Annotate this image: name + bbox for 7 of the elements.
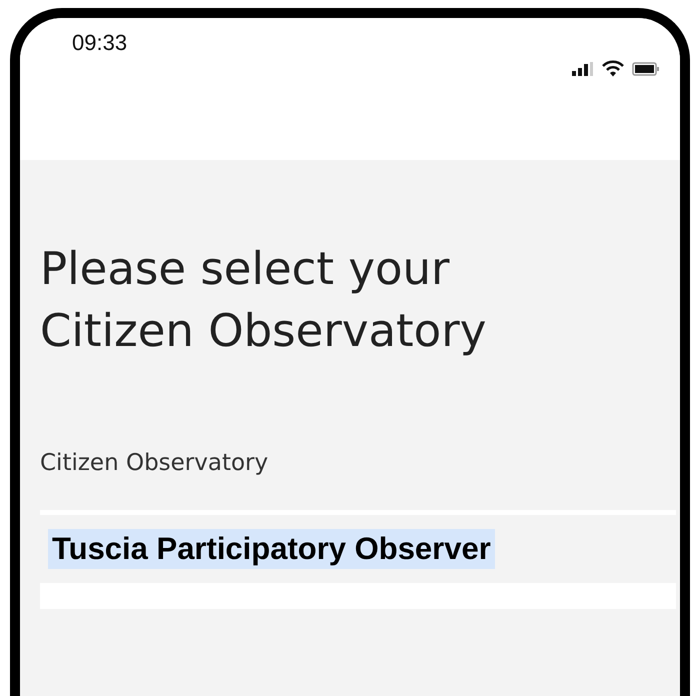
status-time: 09:33 [72,30,128,56]
field-label: Citizen Observatory [40,450,270,476]
page-title: Please select your Citizen Observatory [40,241,488,359]
signal-icon [572,62,594,76]
wifi-icon [602,60,624,77]
option-item[interactable]: Tuscia Participatory Observer [48,529,495,569]
battery-icon [632,62,660,76]
